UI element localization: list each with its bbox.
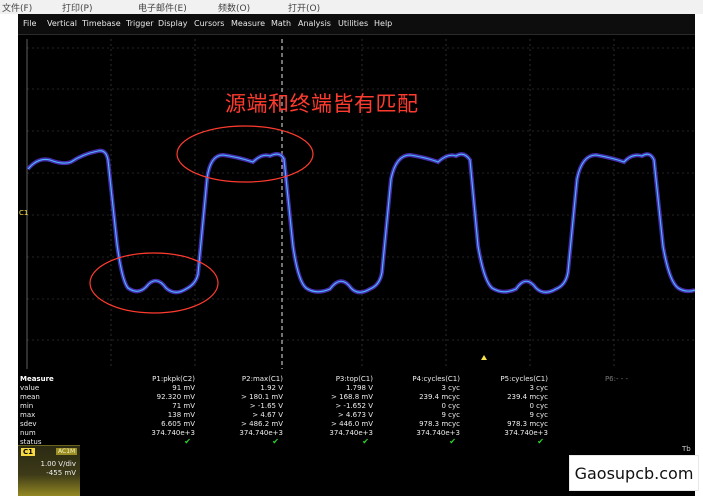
menu-math[interactable]: Math [271, 19, 291, 28]
watermark-text: Gaosupcb.com [569, 455, 699, 491]
waveform-svg [26, 39, 695, 369]
menu-cursors[interactable]: Cursors [194, 19, 224, 28]
status-check-icon: ✔ [362, 437, 369, 446]
measure-cell: 91 mV [172, 384, 195, 392]
status-check-icon: ✔ [272, 437, 279, 446]
measure-cell: 0 cyc [529, 402, 548, 410]
trigger-position-arrow[interactable] [481, 355, 487, 360]
measure-cell: > 486.2 mV [241, 420, 283, 428]
measure-cell: > -1.652 V [335, 402, 373, 410]
host-menu-email[interactable]: 电子邮件(E) [138, 1, 187, 14]
menu-display[interactable]: Display [158, 19, 188, 28]
menu-vertical[interactable]: Vertical [47, 19, 77, 28]
row-label-measure: Measure [20, 375, 54, 383]
measure-cell: > 446.0 mV [331, 420, 373, 428]
measure-header-p2[interactable]: P2:max(C1) [242, 375, 283, 383]
measure-cell: 0 cyc [441, 402, 460, 410]
c1-tag: C1 [21, 448, 36, 456]
menu-measure[interactable]: Measure [231, 19, 265, 28]
measure-cell: 3 cyc [441, 384, 460, 392]
row-label-mean: mean [20, 393, 40, 401]
oscilloscope-screen: File Vertical Timebase Trigger Display C… [18, 14, 695, 496]
c1-waveform-core [27, 150, 695, 293]
row-label-num: num [20, 429, 36, 437]
right-edge [695, 14, 703, 496]
annotation-ellipse-source [176, 125, 314, 183]
waveform-grid [18, 34, 695, 372]
measure-cell: 1.92 V [260, 384, 283, 392]
measure-header-p1[interactable]: P1:pkpk(C2) [152, 375, 195, 383]
host-menu-open[interactable]: 打开(O) [288, 1, 320, 14]
menu-analysis[interactable]: Analysis [298, 19, 331, 28]
c1-offset: -455 mV [46, 469, 76, 477]
c1-waveform-persist [26, 148, 695, 295]
c1-waveform [26, 148, 695, 295]
measure-cell: > 180.1 mV [241, 393, 283, 401]
menu-timebase[interactable]: Timebase [82, 19, 121, 28]
status-check-icon: ✔ [449, 437, 456, 446]
menu-trigger[interactable]: Trigger [126, 19, 154, 28]
menu-utilities[interactable]: Utilities [338, 19, 368, 28]
scope-menu-bar: File Vertical Timebase Trigger Display C… [18, 14, 695, 35]
channel-c1-descriptor[interactable]: C1 AC1M 1.00 V/div -455 mV [18, 445, 80, 496]
annotation-text: 源端和终端皆有匹配 [225, 92, 419, 116]
host-menu-file[interactable]: 文件(F) [2, 1, 32, 14]
measure-cell: > -1.65 V [249, 402, 283, 410]
channel-c1-marker[interactable]: C1 [19, 209, 28, 217]
timebase-badge[interactable]: Tb [682, 445, 691, 453]
row-label-sdev: sdev [20, 420, 37, 428]
measure-cell: 374.740e+3 [151, 429, 195, 437]
c1-coupling: AC1M [56, 448, 78, 455]
row-label-min: min [20, 402, 34, 410]
measure-cell: > 4.67 V [252, 411, 283, 419]
measure-header-p6[interactable]: P6:- - - [605, 375, 628, 383]
measure-header-p5[interactable]: P5:cycles(C1) [500, 375, 548, 383]
row-label-max: max [20, 411, 36, 419]
measure-cell: 71 mV [172, 402, 195, 410]
measure-header-p3[interactable]: P3:top(C1) [336, 375, 373, 383]
measure-cell: 374.740e+3 [504, 429, 548, 437]
menu-help[interactable]: Help [374, 19, 392, 28]
measure-cell: 374.740e+3 [329, 429, 373, 437]
c1-scale: 1.00 V/div [40, 460, 77, 468]
host-menu-freq[interactable]: 频数(O) [218, 1, 250, 14]
measure-cell: > 4.673 V [337, 411, 373, 419]
host-menu-print[interactable]: 打印(P) [62, 1, 92, 14]
measure-cell: 92.320 mV [156, 393, 195, 401]
measure-table: Measure value mean min max sdev num stat… [18, 375, 695, 459]
measure-cell: 9 cyc [529, 411, 548, 419]
measure-cell: 978.3 mcyc [507, 420, 548, 428]
measure-cell: 9 cyc [441, 411, 460, 419]
measure-header-p4[interactable]: P4:cycles(C1) [412, 375, 460, 383]
measure-cell: 239.4 mcyc [419, 393, 460, 401]
menu-file[interactable]: File [23, 19, 36, 28]
measure-cell: 374.740e+3 [239, 429, 283, 437]
measure-cell: 6.605 mV [161, 420, 195, 428]
host-window-menu: 文件(F) 打印(P) 电子邮件(E) 频数(O) 打开(O) [0, 0, 703, 15]
measure-cell: 374.740e+3 [416, 429, 460, 437]
measure-cell: 138 mV [167, 411, 195, 419]
measure-cell: 239.4 mcyc [507, 393, 548, 401]
measure-cell: 3 cyc [529, 384, 548, 392]
status-check-icon: ✔ [537, 437, 544, 446]
status-check-icon: ✔ [184, 437, 191, 446]
measure-cell: 1.798 V [345, 384, 373, 392]
annotation-ellipse-end [89, 252, 219, 314]
row-label-value: value [20, 384, 40, 392]
measure-cell: 978.3 mcyc [419, 420, 460, 428]
left-edge [0, 14, 18, 496]
measure-cell: > 168.8 mV [331, 393, 373, 401]
